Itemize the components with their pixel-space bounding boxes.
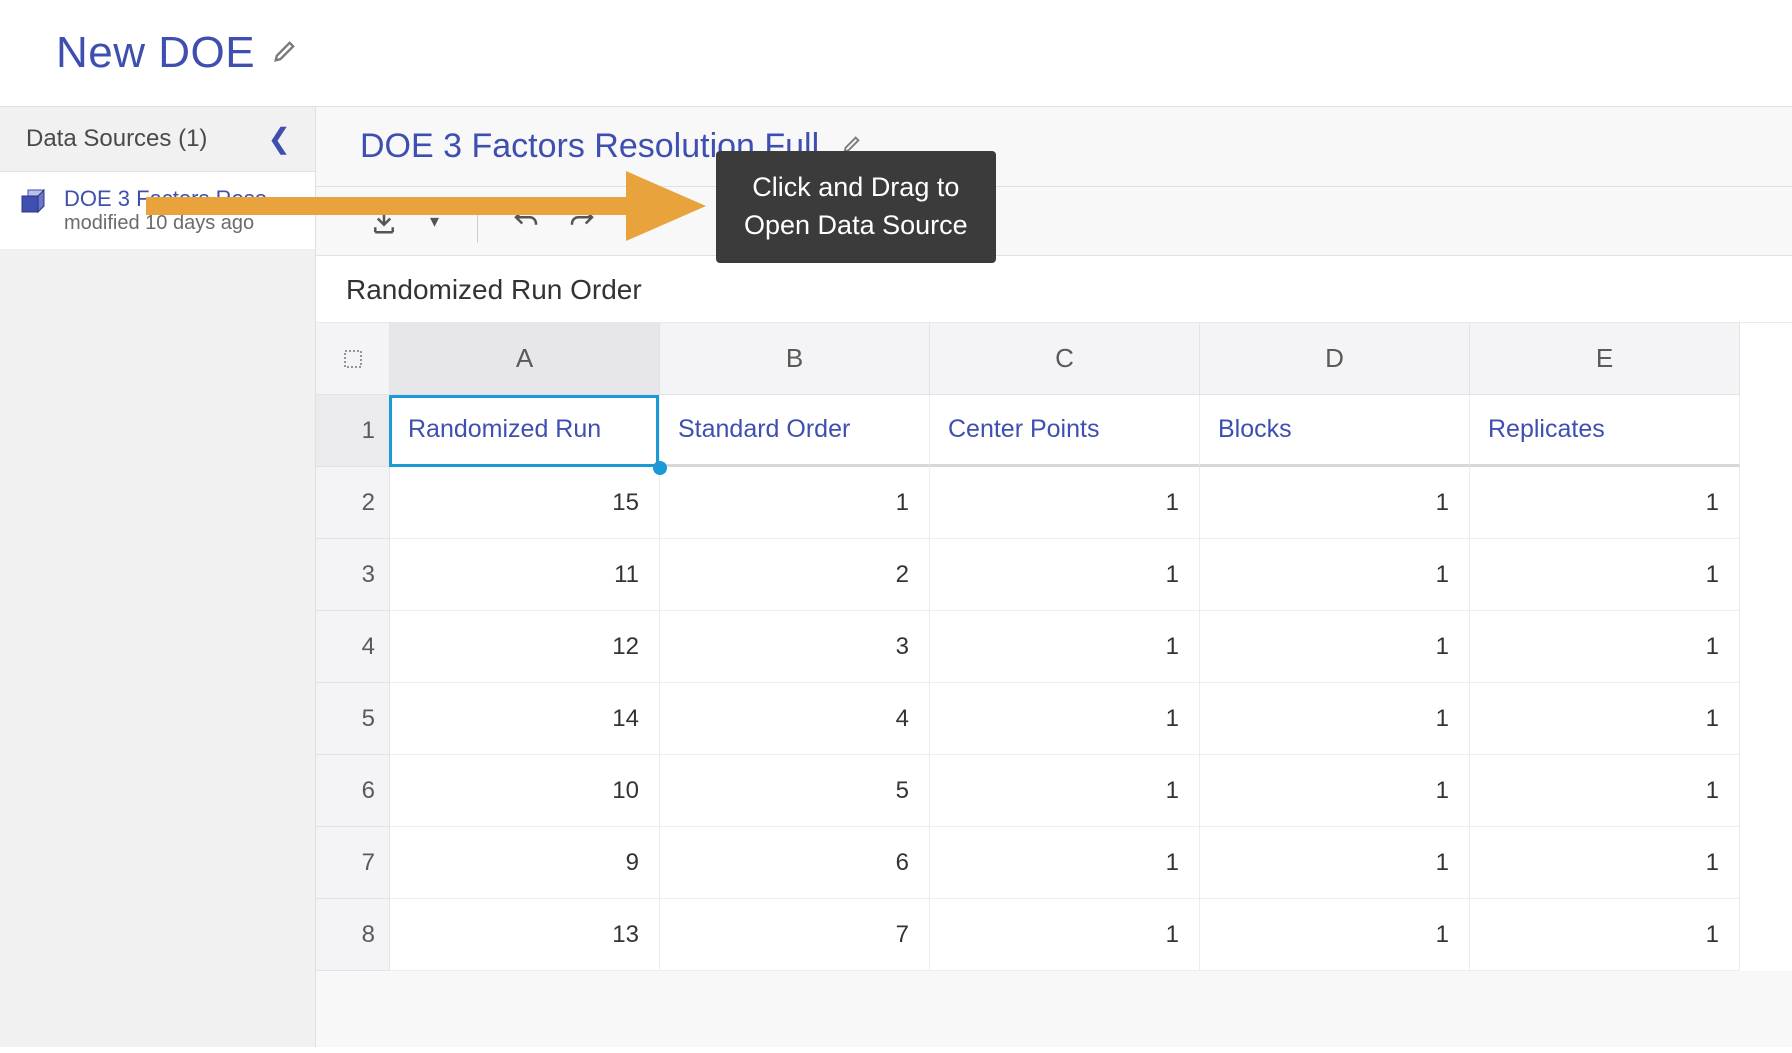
content-area: DOE 3 Factors Resolution Full ▾ Randomiz…: [316, 106, 1792, 1047]
row-header[interactable]: 5: [316, 683, 390, 755]
data-source-item[interactable]: DOE 3 Factors Reso… modified 10 days ago: [0, 172, 315, 250]
table-cell[interactable]: 14: [390, 683, 660, 755]
table-cell[interactable]: 15: [390, 467, 660, 539]
table-cell[interactable]: 1: [1200, 467, 1470, 539]
edit-page-title-icon[interactable]: [271, 37, 299, 70]
column-header[interactable]: A: [390, 323, 660, 395]
table-cell[interactable]: 9: [390, 827, 660, 899]
table-cell[interactable]: 1: [1470, 755, 1740, 827]
tooltip-line1: Click and Drag to: [744, 169, 968, 207]
sheet-title: Randomized Run Order: [316, 256, 1792, 323]
table-cell[interactable]: 1: [930, 539, 1200, 611]
table-cell[interactable]: 1: [1200, 611, 1470, 683]
table-header-cell[interactable]: Center Points: [930, 395, 1200, 467]
collapse-sidebar-icon[interactable]: ❮: [262, 125, 297, 153]
row-header[interactable]: 7: [316, 827, 390, 899]
page-title: New DOE: [56, 28, 255, 78]
data-source-title: DOE 3 Factors Reso…: [64, 186, 289, 212]
table-cell[interactable]: 1: [1200, 755, 1470, 827]
table-cell[interactable]: 12: [390, 611, 660, 683]
sidebar: Data Sources (1) ❮ DOE 3 Factors Reso… m…: [0, 106, 316, 1047]
table-cell[interactable]: 7: [660, 899, 930, 971]
table-cell[interactable]: 1: [1470, 899, 1740, 971]
table-cell[interactable]: 1: [1470, 467, 1740, 539]
row-header[interactable]: 2: [316, 467, 390, 539]
table-cell[interactable]: 1: [930, 611, 1200, 683]
table-cell[interactable]: 1: [930, 899, 1200, 971]
toolbar-separator: [477, 199, 478, 243]
row-header[interactable]: 4: [316, 611, 390, 683]
redo-button[interactable]: [554, 195, 610, 247]
table-cell[interactable]: 4: [660, 683, 930, 755]
table-cell[interactable]: 11: [390, 539, 660, 611]
annotation-tooltip: Click and Drag to Open Data Source: [716, 151, 996, 263]
table-cell[interactable]: 1: [1200, 899, 1470, 971]
tooltip-line2: Open Data Source: [744, 207, 968, 245]
column-header[interactable]: E: [1470, 323, 1740, 395]
row-header[interactable]: 1: [316, 395, 390, 467]
row-header[interactable]: 3: [316, 539, 390, 611]
table-cell[interactable]: 1: [1470, 611, 1740, 683]
table-cell[interactable]: 1: [1200, 827, 1470, 899]
data-source-subtitle: modified 10 days ago: [64, 212, 289, 235]
data-grid[interactable]: ABCDE1Randomized RunStandard OrderCenter…: [316, 323, 1792, 971]
export-dropdown-caret[interactable]: ▾: [412, 211, 457, 232]
table-cell[interactable]: 1: [930, 755, 1200, 827]
column-header[interactable]: D: [1200, 323, 1470, 395]
table-cell[interactable]: 1: [1470, 827, 1740, 899]
table-cell[interactable]: 1: [1470, 539, 1740, 611]
table-cell[interactable]: 3: [660, 611, 930, 683]
table-cell[interactable]: 13: [390, 899, 660, 971]
table-cell[interactable]: 1: [1200, 683, 1470, 755]
sidebar-header-title: Data Sources (1): [26, 125, 207, 153]
table-cell[interactable]: 1: [930, 827, 1200, 899]
table-header-cell[interactable]: Replicates: [1470, 395, 1740, 467]
row-header[interactable]: 6: [316, 755, 390, 827]
table-header-cell[interactable]: Blocks: [1200, 395, 1470, 467]
table-cell[interactable]: 5: [660, 755, 930, 827]
table-cell[interactable]: 1: [1200, 539, 1470, 611]
undo-button[interactable]: [498, 195, 554, 247]
table-cell[interactable]: 6: [660, 827, 930, 899]
table-cell[interactable]: 1: [930, 467, 1200, 539]
table-header-cell[interactable]: Standard Order: [660, 395, 930, 467]
table-cell[interactable]: 1: [930, 683, 1200, 755]
cube-icon: [18, 186, 50, 223]
row-header[interactable]: 8: [316, 899, 390, 971]
column-header[interactable]: B: [660, 323, 930, 395]
column-header[interactable]: C: [930, 323, 1200, 395]
toolbar: ▾: [316, 186, 1792, 256]
export-button[interactable]: [356, 195, 412, 247]
select-all-corner[interactable]: [316, 323, 390, 395]
table-header-cell[interactable]: Randomized Run: [390, 395, 660, 467]
table-cell[interactable]: 10: [390, 755, 660, 827]
table-cell[interactable]: 2: [660, 539, 930, 611]
table-cell[interactable]: 1: [660, 467, 930, 539]
table-cell[interactable]: 1: [1470, 683, 1740, 755]
